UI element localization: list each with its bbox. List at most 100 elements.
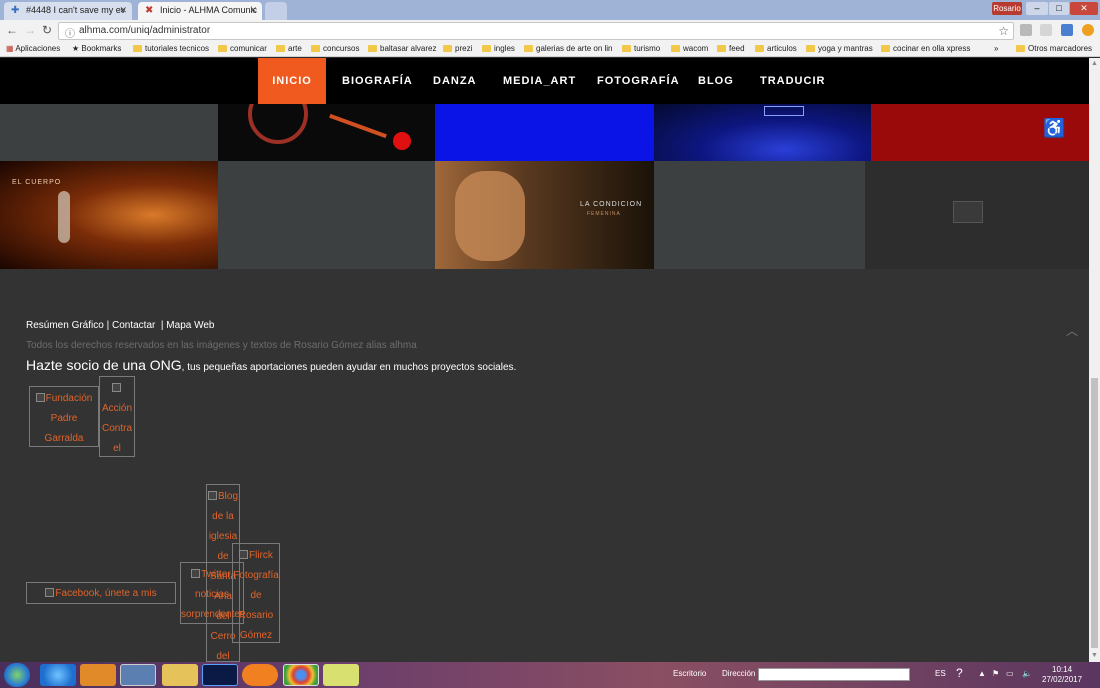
bookmark-folder[interactable]: comunicar (218, 44, 267, 53)
nav-blog[interactable]: BLOG (698, 58, 734, 104)
info-icon[interactable]: ⓘ (65, 25, 75, 40)
bookmark-folder[interactable]: galerias de arte on lin (524, 44, 613, 53)
bookmark-folder[interactable]: concursos (311, 44, 359, 53)
link-facebook[interactable]: Facebook, únete a mis amistades (26, 582, 176, 604)
ie-icon[interactable] (40, 664, 76, 686)
link-twitter[interactable]: Twitter, noticias sorprendentes (180, 562, 244, 624)
bookmark-other[interactable]: Otros marcadores (1016, 44, 1092, 53)
photoshop-icon[interactable] (202, 664, 238, 686)
extension-icon[interactable] (1061, 24, 1073, 36)
broken-image-icon (191, 569, 201, 578)
gallery-tile[interactable] (218, 104, 435, 161)
tile-sublabel: FEMENINA (587, 211, 621, 217)
link-mapa-web[interactable]: Mapa Web (166, 320, 214, 331)
explorer-icon[interactable] (162, 664, 198, 686)
link-contactar[interactable]: Contactar (112, 320, 155, 331)
main-navigation: INICIO BIOGRAFÍA DANZA MEDIA_ART FOTOGRA… (0, 58, 1089, 104)
gallery-tile[interactable] (654, 161, 865, 269)
bookmark-folder[interactable]: prezi (443, 44, 472, 53)
folder-icon (717, 45, 726, 52)
blender-icon[interactable] (242, 664, 278, 686)
scroll-thumb[interactable] (1091, 378, 1098, 648)
bookmark-folder[interactable]: articulos (755, 44, 797, 53)
link-resumen-grafico[interactable]: Resúmen Gráfico (26, 320, 104, 331)
bookmark-folder[interactable]: arte (276, 44, 302, 53)
folder-icon (622, 45, 631, 52)
gallery-tile[interactable] (218, 161, 435, 269)
clock[interactable]: 10:14 27/02/2017 (1042, 665, 1082, 685)
scroll-down-icon[interactable]: ▼ (1091, 652, 1098, 659)
bookmark-apps[interactable]: ▦ Aplicaciones (6, 44, 60, 53)
nav-biografia[interactable]: BIOGRAFÍA (342, 58, 413, 104)
back-icon[interactable]: ← (6, 23, 18, 37)
extension-icon[interactable] (1040, 24, 1052, 36)
folder-icon (276, 45, 285, 52)
profile-chip[interactable]: Rosario (992, 2, 1022, 15)
link-accion-contra-el-hambre[interactable]: Acción Contra el Hambre (99, 376, 135, 457)
folder-icon (443, 45, 452, 52)
nav-traducir[interactable]: TRADUCIR (760, 58, 825, 104)
extension-icon[interactable] (1082, 24, 1094, 36)
broken-image-icon (35, 393, 45, 402)
chrome-icon[interactable] (283, 664, 319, 686)
tray-arrow-icon[interactable]: ▲ (978, 669, 986, 678)
gallery-tile[interactable] (435, 104, 654, 161)
bookmark-folder[interactable]: baltasar alvarez (368, 44, 436, 53)
minimize-button[interactable]: – (1026, 2, 1048, 15)
maximize-button[interactable]: □ (1049, 2, 1069, 15)
extension-icon[interactable] (1020, 24, 1032, 36)
star-icon: ★ (72, 44, 80, 53)
bookmark-folder[interactable]: yoga y mantras (806, 44, 873, 53)
gallery-tile[interactable] (0, 104, 218, 161)
broken-image-icon (207, 491, 217, 500)
folder-icon (1016, 45, 1025, 52)
link-fundacion-padre-garralda[interactable]: Fundación Padre Garralda (29, 386, 99, 447)
bookmark-folder[interactable]: turismo (622, 44, 660, 53)
gallery-tile[interactable]: ♿ (871, 104, 1089, 161)
nav-media-art[interactable]: MEDIA_ART (503, 58, 576, 104)
start-button[interactable] (4, 663, 30, 687)
media-icon[interactable] (80, 664, 116, 686)
bookmark-folder[interactable]: feed (717, 44, 745, 53)
escritorio-label[interactable]: Escritorio (673, 669, 706, 678)
gallery-tile-condicion[interactable]: LA CONDICION FEMENINA (435, 161, 654, 269)
nav-danza[interactable]: DANZA (433, 58, 477, 104)
close-tab-icon[interactable]: ✕ (249, 5, 257, 16)
volume-icon[interactable]: 🔈 (1022, 669, 1032, 678)
chevron-up-icon[interactable]: ︿ (1066, 322, 1078, 339)
bookmark-folder[interactable]: cocinar en olla xpress (881, 44, 970, 53)
bookmark-folder[interactable]: wacom (671, 44, 708, 53)
address-bar[interactable]: ⓘ alhma.com/uniq/administrator ☆ (58, 22, 1014, 40)
close-window-button[interactable]: ✕ (1070, 2, 1098, 15)
forward-icon[interactable]: → (24, 23, 36, 37)
help-icon[interactable]: ? (956, 666, 963, 680)
bookmarks-bar: ▦ Aplicaciones ★ Bookmarks tutoriales te… (0, 42, 1100, 57)
gallery-tile[interactable] (865, 161, 1089, 269)
nav-inicio[interactable]: INICIO (258, 58, 326, 104)
clock-time: 10:14 (1052, 665, 1073, 674)
page-scrollbar[interactable]: ▲ ▼ (1089, 58, 1100, 662)
gallery-tile-el-cuerpo[interactable]: EL CUERPO (0, 161, 218, 269)
scroll-up-icon[interactable]: ▲ (1091, 60, 1098, 67)
network-icon[interactable]: ▭ (1006, 669, 1014, 678)
app-icon[interactable] (120, 664, 156, 686)
language-indicator[interactable]: ES (935, 669, 946, 678)
close-tab-icon[interactable]: ✕ (119, 5, 127, 16)
notes-icon[interactable] (323, 664, 359, 686)
bookmark-folder[interactable]: tutoriales tecnicos (133, 44, 209, 53)
bookmark-bookmarks[interactable]: ★ Bookmarks (72, 44, 121, 53)
address-toolbar-input[interactable] (758, 668, 910, 681)
flag-icon[interactable]: ⚑ (992, 669, 999, 678)
reload-icon[interactable]: ↻ (42, 23, 52, 37)
bookmark-folder[interactable]: ingles (482, 44, 515, 53)
tab-ticket[interactable]: ✚ #4448 I can't save my ev ✕ (4, 2, 132, 20)
folder-icon (671, 45, 680, 52)
new-tab-button[interactable] (265, 2, 287, 20)
gallery-tile[interactable] (654, 104, 871, 161)
tab-inicio[interactable]: ✖ Inicio - ALHMA Comunic ✕ (138, 2, 262, 20)
broken-image-icon (112, 383, 121, 392)
bookmarks-overflow-button[interactable]: » (994, 44, 998, 53)
bookmark-star-icon[interactable]: ☆ (998, 24, 1009, 38)
nav-fotografia[interactable]: FOTOGRAFÍA (597, 58, 680, 104)
accessibility-icon[interactable]: ♿ (1043, 118, 1065, 139)
